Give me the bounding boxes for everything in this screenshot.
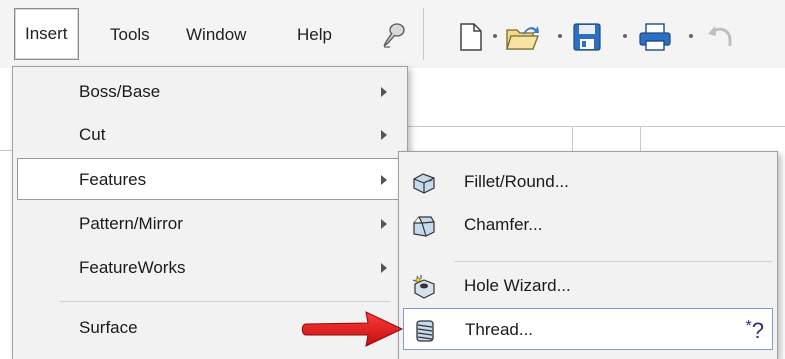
whats-new-star: * [745, 318, 752, 335]
toolbar-separator [423, 8, 424, 60]
undo-icon[interactable] [706, 22, 734, 52]
fillet-icon [413, 173, 435, 194]
chamfer-icon [413, 216, 435, 237]
new-document-icon[interactable] [458, 22, 484, 52]
menu-item-label: Hole Wizard... [464, 276, 571, 295]
canvas-line [0, 150, 12, 151]
menu-item-features[interactable]: Features [17, 158, 403, 200]
menu-item-boss-base[interactable]: Boss/Base [13, 71, 407, 113]
menu-item-label: Features [79, 170, 147, 189]
menu-item-pattern-mirror[interactable]: Pattern/Mirror [13, 203, 407, 245]
thread-icon [416, 320, 434, 342]
submenu-arrow-icon [381, 175, 387, 185]
menu-item-chamfer[interactable]: Chamfer... [399, 204, 777, 246]
canvas-line [640, 126, 641, 151]
chevron-down-icon[interactable] [686, 32, 696, 40]
menu-item-hole-wizard[interactable]: Hole Wizard... [399, 265, 777, 307]
menu-separator [60, 301, 390, 302]
menu-item-thread[interactable]: Thread... *? [403, 308, 773, 350]
menu-item-label: Fillet/Round... [464, 172, 569, 191]
open-folder-icon[interactable] [505, 22, 541, 52]
menu-help[interactable]: Help [287, 22, 342, 48]
menu-item-label: Pattern/Mirror [79, 214, 183, 233]
submenu-arrow-icon [381, 219, 387, 229]
print-icon[interactable] [638, 22, 672, 52]
menu-item-fillet-round[interactable]: Fillet/Round... [399, 161, 777, 203]
canvas-line [572, 126, 573, 151]
menu-tools[interactable]: Tools [100, 22, 160, 48]
menu-item-label: Cut [79, 125, 106, 144]
menu-window[interactable]: Window [176, 22, 256, 48]
menu-separator [454, 261, 772, 262]
menu-item-label: FeatureWorks [79, 258, 186, 277]
hole-wizard-icon [412, 275, 435, 299]
canvas-line [406, 126, 785, 127]
submenu-arrow-icon [381, 130, 387, 140]
menu-insert[interactable]: Insert [14, 8, 79, 60]
features-submenu: Fillet/Round... Chamfer... Hole Wizard..… [398, 151, 778, 359]
menu-item-label: Boss/Base [79, 82, 161, 101]
menu-item-label: Thread... [465, 320, 534, 339]
chevron-down-icon[interactable] [620, 32, 630, 40]
menu-item-featureworks[interactable]: FeatureWorks [13, 247, 407, 289]
menu-item-cut[interactable]: Cut [13, 114, 407, 156]
chevron-down-icon[interactable] [555, 32, 565, 40]
chevron-down-icon[interactable] [490, 32, 500, 40]
menu-item-label: Chamfer... [464, 215, 543, 234]
submenu-arrow-icon [381, 87, 387, 97]
red-arrow-icon [301, 311, 404, 347]
menu-item-label: Surface [79, 318, 138, 337]
pushpin-icon[interactable] [378, 20, 408, 50]
whats-new-question: ? [751, 318, 764, 343]
submenu-arrow-icon [381, 263, 387, 273]
save-icon[interactable] [572, 22, 602, 52]
whats-new-help-icon[interactable]: *? [746, 311, 764, 351]
